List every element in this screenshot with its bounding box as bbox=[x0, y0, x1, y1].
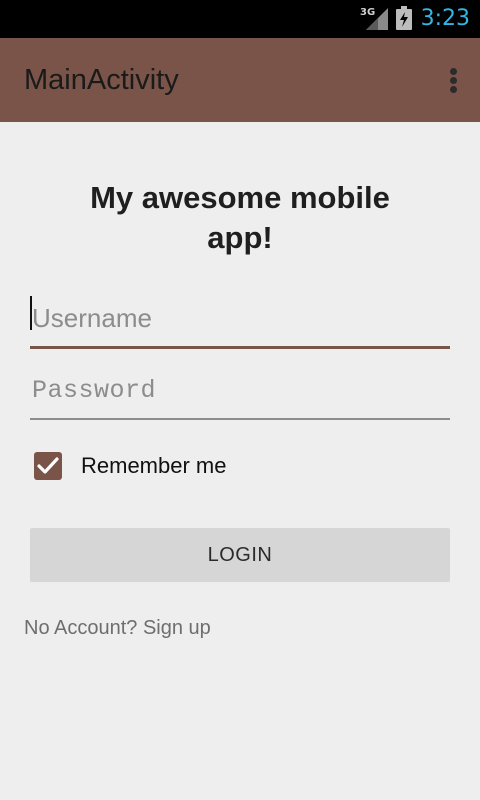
text-cursor bbox=[30, 296, 32, 330]
password-input[interactable] bbox=[30, 362, 450, 418]
network-type-label: 3G bbox=[360, 7, 375, 18]
username-input[interactable] bbox=[30, 290, 450, 346]
signal-strength-icon: 3G bbox=[360, 7, 388, 30]
password-field[interactable] bbox=[30, 362, 450, 420]
username-field[interactable] bbox=[30, 290, 450, 349]
app-bar: MainActivity bbox=[0, 38, 480, 122]
status-time: 3:23 bbox=[420, 6, 470, 31]
battery-charging-icon bbox=[396, 6, 412, 30]
status-bar: 3G 3:23 bbox=[0, 0, 480, 38]
remember-me-checkbox[interactable] bbox=[34, 452, 62, 480]
checkmark-icon bbox=[37, 457, 59, 474]
remember-me-row[interactable]: Remember me bbox=[34, 450, 226, 482]
signup-link[interactable]: No Account? Sign up bbox=[24, 617, 211, 640]
remember-me-label: Remember me bbox=[81, 453, 227, 478]
page-title: My awesome mobile app! bbox=[90, 180, 390, 255]
app-title: MainActivity bbox=[24, 64, 179, 96]
overflow-menu-icon[interactable] bbox=[436, 62, 470, 98]
login-button[interactable]: LOGIN bbox=[30, 528, 450, 582]
